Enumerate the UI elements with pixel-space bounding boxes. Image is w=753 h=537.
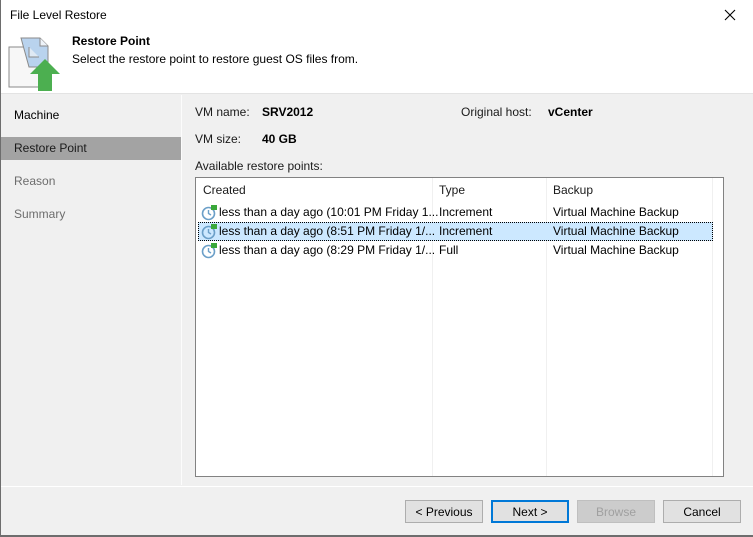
browse-button: Browse [577, 500, 655, 523]
original-host-value: vCenter [548, 105, 593, 119]
window-title: File Level Restore [10, 8, 107, 22]
restore-point-row[interactable]: less than a day ago (8:29 PM Friday 1/..… [198, 241, 713, 260]
column-header-created[interactable]: Created [203, 183, 246, 197]
title-bar: File Level Restore [1, 0, 753, 30]
header-subtitle: Select the restore point to restore gues… [72, 52, 359, 66]
content-panel: VM name: SRV2012 Original host: vCenter … [183, 95, 753, 485]
column-header-backup[interactable]: Backup [553, 183, 593, 197]
restore-point-clock-icon [201, 243, 217, 259]
next-button[interactable]: Next > [491, 500, 569, 523]
vm-size-label: VM size: [195, 132, 242, 146]
close-icon [724, 9, 736, 21]
created-cell: less than a day ago (8:51 PM Friday 1/..… [219, 224, 436, 238]
type-cell: Increment [439, 205, 493, 219]
vm-name-label: VM name: [195, 105, 250, 119]
vm-name-value: SRV2012 [262, 105, 314, 119]
column-header-type[interactable]: Type [439, 183, 465, 197]
header-title: Restore Point [72, 34, 151, 48]
step-summary: Summary [14, 207, 66, 221]
wizard-steps-sidebar: Machine Restore Point Reason Summary [1, 95, 182, 485]
restore-point-clock-icon [201, 224, 217, 240]
wizard-header: Restore Point Select the restore point t… [1, 30, 753, 94]
backup-cell: Virtual Machine Backup [553, 243, 679, 257]
restore-file-icon [8, 37, 60, 91]
original-host-label: Original host: [461, 105, 532, 119]
type-cell: Full [439, 243, 459, 257]
restore-points-list[interactable]: Created Type Backup less than a day ago … [195, 177, 724, 477]
restore-point-row-selected[interactable]: less than a day ago (8:51 PM Friday 1/..… [198, 222, 713, 241]
type-cell: Increment [439, 224, 493, 238]
restore-point-row[interactable]: less than a day ago (10:01 PM Friday 1..… [198, 203, 713, 222]
restore-points-label: Available restore points: [195, 159, 323, 173]
close-button[interactable] [707, 0, 753, 30]
step-reason: Reason [14, 174, 56, 188]
step-machine[interactable]: Machine [1, 104, 181, 127]
footer-separator [1, 486, 753, 488]
step-restore-point[interactable]: Restore Point [1, 137, 181, 160]
vm-size-value: 40 GB [262, 132, 297, 146]
created-cell: less than a day ago (8:29 PM Friday 1/..… [219, 243, 436, 257]
created-cell: less than a day ago (10:01 PM Friday 1..… [219, 205, 439, 219]
backup-cell: Virtual Machine Backup [553, 224, 679, 238]
cancel-button[interactable]: Cancel [663, 500, 741, 523]
file-level-restore-window: File Level Restore Restore Point Select … [0, 0, 753, 537]
previous-button[interactable]: < Previous [405, 500, 483, 523]
backup-cell: Virtual Machine Backup [553, 205, 679, 219]
restore-point-clock-icon [201, 205, 217, 221]
